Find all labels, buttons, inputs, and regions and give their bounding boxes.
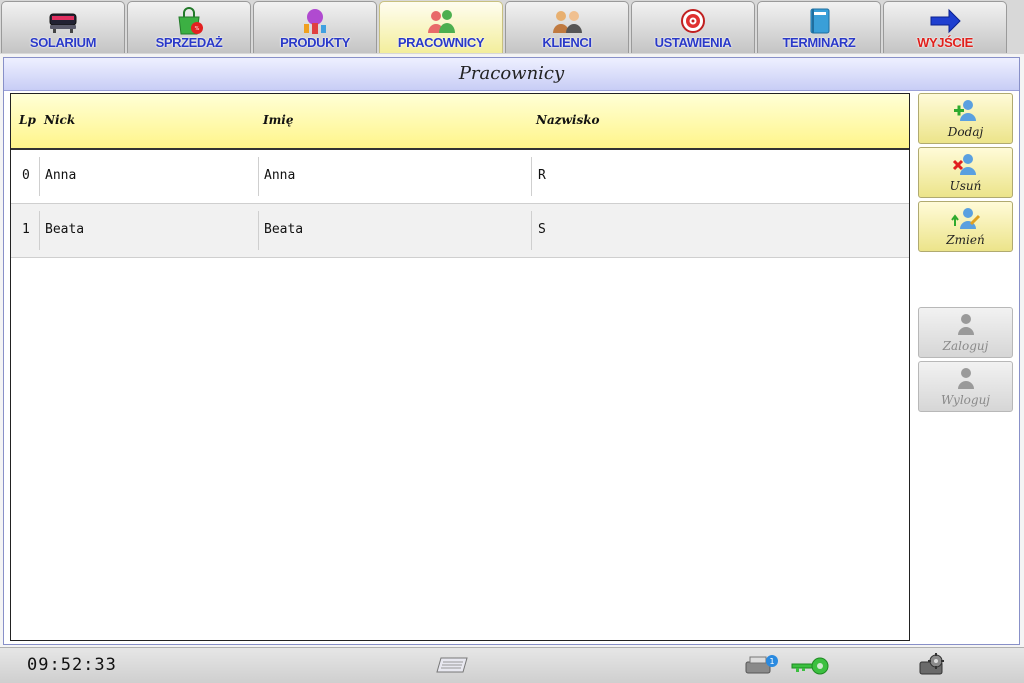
tab-wyjscie[interactable]: WYJŚCIE — [883, 1, 1007, 53]
tab-label: USTAWIENIA — [654, 35, 732, 50]
employees-window: Pracownicy Lp Nick Imię Nazwisko 0 Anna … — [3, 57, 1020, 645]
cell-divider — [531, 157, 532, 196]
cell-imie: Beata — [264, 222, 304, 237]
exit-arrow-icon — [930, 8, 961, 34]
button-label: Wyloguj — [940, 393, 991, 407]
cell-divider — [531, 211, 532, 250]
tab-label: KLIENCI — [542, 35, 592, 50]
tab-klienci[interactable]: KLIENCI — [505, 1, 629, 53]
logout-button[interactable]: Wyloguj — [918, 361, 1013, 412]
cell-imie: Anna — [264, 168, 296, 183]
button-label: Dodaj — [947, 125, 984, 139]
tab-sprzedaz[interactable]: % SPRZEDAŻ — [127, 1, 251, 53]
button-label: Zaloguj — [942, 339, 989, 353]
tab-label: WYJŚCIE — [917, 35, 973, 50]
column-header-nick[interactable]: Nick — [44, 113, 75, 127]
key-icon[interactable] — [790, 656, 830, 676]
user-login-icon — [957, 314, 974, 335]
svg-text:1: 1 — [769, 657, 774, 666]
cell-lp: 0 — [22, 168, 30, 183]
keyboard-icon[interactable] — [433, 654, 469, 676]
window-title-bar: Pracownicy — [4, 58, 1019, 91]
cell-nick: Anna — [45, 168, 77, 183]
settings-target-icon — [681, 9, 705, 33]
tab-label: TERMINARZ — [782, 35, 856, 50]
employees-icon — [428, 10, 455, 33]
cell-lp: 1 — [22, 222, 30, 237]
gear-icon[interactable] — [914, 652, 950, 678]
table-row[interactable]: 1 Beata Beata S — [11, 204, 909, 258]
column-header-nazwisko[interactable]: Nazwisko — [536, 113, 600, 127]
shopping-bag-icon: % — [178, 7, 203, 35]
cell-divider — [39, 157, 40, 196]
printer-icon[interactable]: 1 — [744, 653, 780, 677]
clients-icon — [553, 11, 582, 33]
clock: 09:52:33 — [27, 655, 117, 675]
window-title: Pracownicy — [458, 63, 565, 84]
cell-nazwisko: S — [538, 222, 546, 237]
cell-divider — [258, 157, 259, 196]
tab-label: SOLARIUM — [29, 35, 97, 50]
button-label: Zmień — [946, 233, 985, 247]
tab-pracownicy[interactable]: PRACOWNICY — [379, 1, 503, 53]
solarium-bed-icon — [49, 13, 77, 33]
column-header-lp[interactable]: Lp — [19, 113, 36, 127]
remove-employee-button[interactable]: Usuń — [918, 147, 1013, 198]
edit-employee-button[interactable]: Zmień — [918, 201, 1013, 252]
table-row[interactable]: 0 Anna Anna R — [11, 150, 909, 204]
tab-produkty[interactable]: PRODUKTY — [253, 1, 377, 53]
products-icon — [304, 9, 326, 34]
edit-user-icon — [950, 208, 980, 229]
cell-divider — [258, 211, 259, 250]
cell-nick: Beata — [45, 222, 85, 237]
status-bar: 09:52:33 1 — [0, 647, 1024, 683]
planner-book-icon — [810, 8, 830, 34]
column-header-imie[interactable]: Imię — [263, 113, 294, 127]
tab-label: PRACOWNICY — [397, 35, 485, 50]
tab-ustawienia[interactable]: USTAWIENIA — [631, 1, 755, 53]
tab-solarium[interactable]: SOLARIUM — [1, 1, 125, 53]
table-header: Lp Nick Imię Nazwisko — [11, 94, 909, 150]
cell-divider — [39, 211, 40, 250]
svg-text:%: % — [195, 26, 200, 32]
top-navigation: SOLARIUM % SPRZEDAŻ PRODUKTY PRACOWNICY — [0, 0, 1024, 54]
remove-user-icon — [952, 154, 976, 175]
cell-nazwisko: R — [538, 168, 546, 183]
tab-label: PRODUKTY — [280, 35, 350, 50]
login-button[interactable]: Zaloguj — [918, 307, 1013, 358]
add-user-icon — [953, 100, 976, 121]
employees-table[interactable]: Lp Nick Imię Nazwisko 0 Anna Anna R 1 Be… — [10, 93, 910, 641]
user-logout-icon — [957, 368, 974, 389]
button-label: Usuń — [949, 179, 982, 193]
tab-label: SPRZEDAŻ — [155, 35, 223, 50]
add-employee-button[interactable]: Dodaj — [918, 93, 1013, 144]
tab-terminarz[interactable]: TERMINARZ — [757, 1, 881, 53]
